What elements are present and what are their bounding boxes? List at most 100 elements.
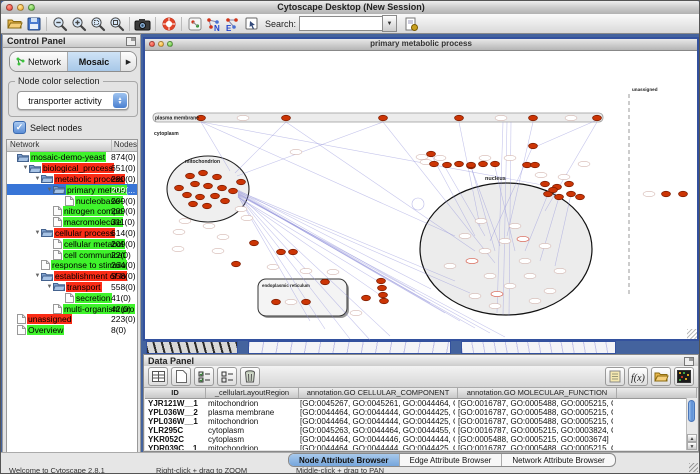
window-resize-grip[interactable] [687, 329, 697, 339]
graph-node-label[interactable] [489, 303, 501, 308]
app-resize-grip[interactable] [689, 463, 698, 472]
graph-node[interactable] [455, 161, 464, 166]
graph-node[interactable] [218, 185, 227, 190]
tree-row[interactable]: ▼transport558(0) [7, 282, 137, 293]
select-attributes-icon[interactable] [194, 367, 214, 386]
graph-node-label[interactable] [479, 248, 491, 253]
tree-row[interactable]: secretion41(0) [7, 292, 137, 303]
graph-node[interactable] [529, 143, 538, 148]
network-window-titlebar[interactable]: primary metabolic process [145, 39, 697, 51]
graph-node[interactable] [213, 174, 222, 179]
graph-node-label[interactable] [350, 310, 362, 315]
tree-row[interactable]: ▼primary metabo209(... [7, 184, 137, 195]
graph-node-label[interactable] [491, 291, 503, 296]
tree-row[interactable]: multi-organism pro42(0) [7, 303, 137, 314]
table-column-header[interactable]: annotation.GO MOLECULAR_FUNCTION [458, 388, 617, 398]
table-row[interactable]: YDR039C__1mitochondrion[GO:0044464, GO:0… [145, 444, 697, 450]
graph-node[interactable] [523, 162, 532, 167]
graph-node[interactable] [555, 194, 564, 199]
graph-node-label[interactable] [519, 258, 531, 263]
tree-row[interactable]: unassigned223(0) [7, 314, 137, 325]
table-column-header[interactable]: annotation.GO CELLULAR_COMPONENT [299, 388, 458, 398]
graph-node[interactable] [229, 188, 238, 193]
background-window-fragment[interactable] [248, 341, 451, 354]
graph-node[interactable] [175, 185, 184, 190]
graph-node-label[interactable] [475, 218, 487, 223]
graph-node-label[interactable] [212, 248, 224, 253]
graph-node-label[interactable] [499, 238, 511, 243]
network-canvas[interactable]: plasma membranecytoplasmmitochondrionnuc… [145, 51, 697, 341]
expander-triangle-icon[interactable]: ▼ [34, 273, 41, 279]
graph-edge[interactable] [535, 120, 597, 147]
graph-node-label[interactable] [544, 288, 556, 293]
graph-node[interactable] [443, 162, 452, 167]
tree-row[interactable]: ▼biological_process651(0) [7, 163, 137, 174]
graph-node[interactable] [377, 278, 386, 283]
table-row[interactable]: YLR295Ccytoplasm[GO:0045263, GO:0044464,… [145, 426, 697, 435]
save-session-icon[interactable] [24, 15, 43, 33]
table-column-header[interactable]: _cellularLayoutRegion [206, 388, 299, 398]
graph-node-label[interactable] [327, 269, 339, 274]
graph-node[interactable] [567, 191, 576, 196]
graph-node-label[interactable] [459, 233, 471, 238]
graph-node[interactable] [479, 161, 488, 166]
graph-node-label[interactable] [179, 218, 191, 223]
graph-node[interactable] [221, 198, 230, 203]
graph-node-label[interactable] [237, 115, 249, 120]
graph-self-loop[interactable] [412, 198, 424, 210]
snapshot-camera-icon[interactable] [133, 15, 152, 33]
graph-node-label[interactable] [539, 243, 551, 248]
graph-node[interactable] [427, 151, 436, 156]
graph-edge[interactable] [545, 122, 597, 211]
graph-node-label[interactable] [535, 172, 547, 177]
tree-row[interactable]: nitrogen compo209(0) [7, 206, 137, 217]
node-network-view-icon[interactable]: N [204, 15, 223, 33]
graph-node[interactable] [531, 162, 540, 167]
notepad-icon[interactable] [605, 367, 625, 386]
graph-node-label[interactable] [469, 293, 481, 298]
graph-node-label[interactable] [285, 299, 297, 304]
open-file-icon[interactable] [5, 15, 24, 33]
zoom-in-icon[interactable] [69, 15, 88, 33]
graph-node[interactable] [199, 170, 208, 175]
graph-node[interactable] [232, 261, 241, 266]
graph-node-label[interactable] [241, 215, 253, 220]
graph-node-label[interactable] [558, 174, 570, 179]
graph-node[interactable] [379, 292, 388, 297]
table-row[interactable]: YPL036W__1mitochondrion[GO:0044464, GO:0… [145, 417, 697, 426]
import-attributes-folder-icon[interactable] [651, 367, 671, 386]
nucleus-region[interactable] [420, 183, 592, 315]
graph-node[interactable] [211, 193, 220, 198]
graph-node[interactable] [380, 298, 389, 303]
graph-node-label[interactable] [484, 273, 496, 278]
graph-node[interactable] [204, 183, 213, 188]
graph-node-label[interactable] [578, 161, 590, 166]
delete-attribute-trash-icon[interactable] [240, 367, 260, 386]
graph-node-label[interactable] [173, 229, 185, 234]
graph-node-label[interactable] [643, 191, 655, 196]
graph-node-label[interactable] [444, 263, 456, 268]
zoom-selected-region-icon[interactable] [88, 15, 107, 33]
tree-row[interactable]: response to stimulu264(0) [7, 260, 137, 271]
graph-node-label[interactable] [466, 258, 478, 263]
tree-row[interactable]: cellular metabol209(0) [7, 238, 137, 249]
graph-node[interactable] [191, 181, 200, 186]
graph-node[interactable] [455, 115, 464, 120]
graph-node-label[interactable] [172, 246, 184, 251]
graph-node-label[interactable] [509, 223, 521, 228]
graph-node[interactable] [302, 299, 311, 304]
tree-row[interactable]: mosaic-demo-yeast874(0) [7, 152, 137, 163]
unselect-attributes-icon[interactable] [217, 367, 237, 386]
graph-node-label[interactable] [554, 268, 566, 273]
zoom-fit-icon[interactable] [107, 15, 126, 33]
table-vertical-scrollbar[interactable]: ▲ ▼ [686, 398, 697, 450]
attribute-matrix-icon[interactable] [674, 367, 694, 386]
graph-node[interactable] [277, 249, 286, 254]
graph-node[interactable] [549, 187, 558, 192]
graph-node[interactable] [529, 115, 538, 120]
table-row[interactable]: YPL036W__2plasma membrane[GO:0044464, GO… [145, 408, 697, 417]
node-color-dropdown[interactable]: transporter activity ▲▼ [17, 91, 129, 110]
new-attribute-icon[interactable] [171, 367, 191, 386]
table-column-header[interactable]: ID [145, 388, 206, 398]
tree-row[interactable]: ▼establishment of lo558(0) [7, 271, 137, 282]
